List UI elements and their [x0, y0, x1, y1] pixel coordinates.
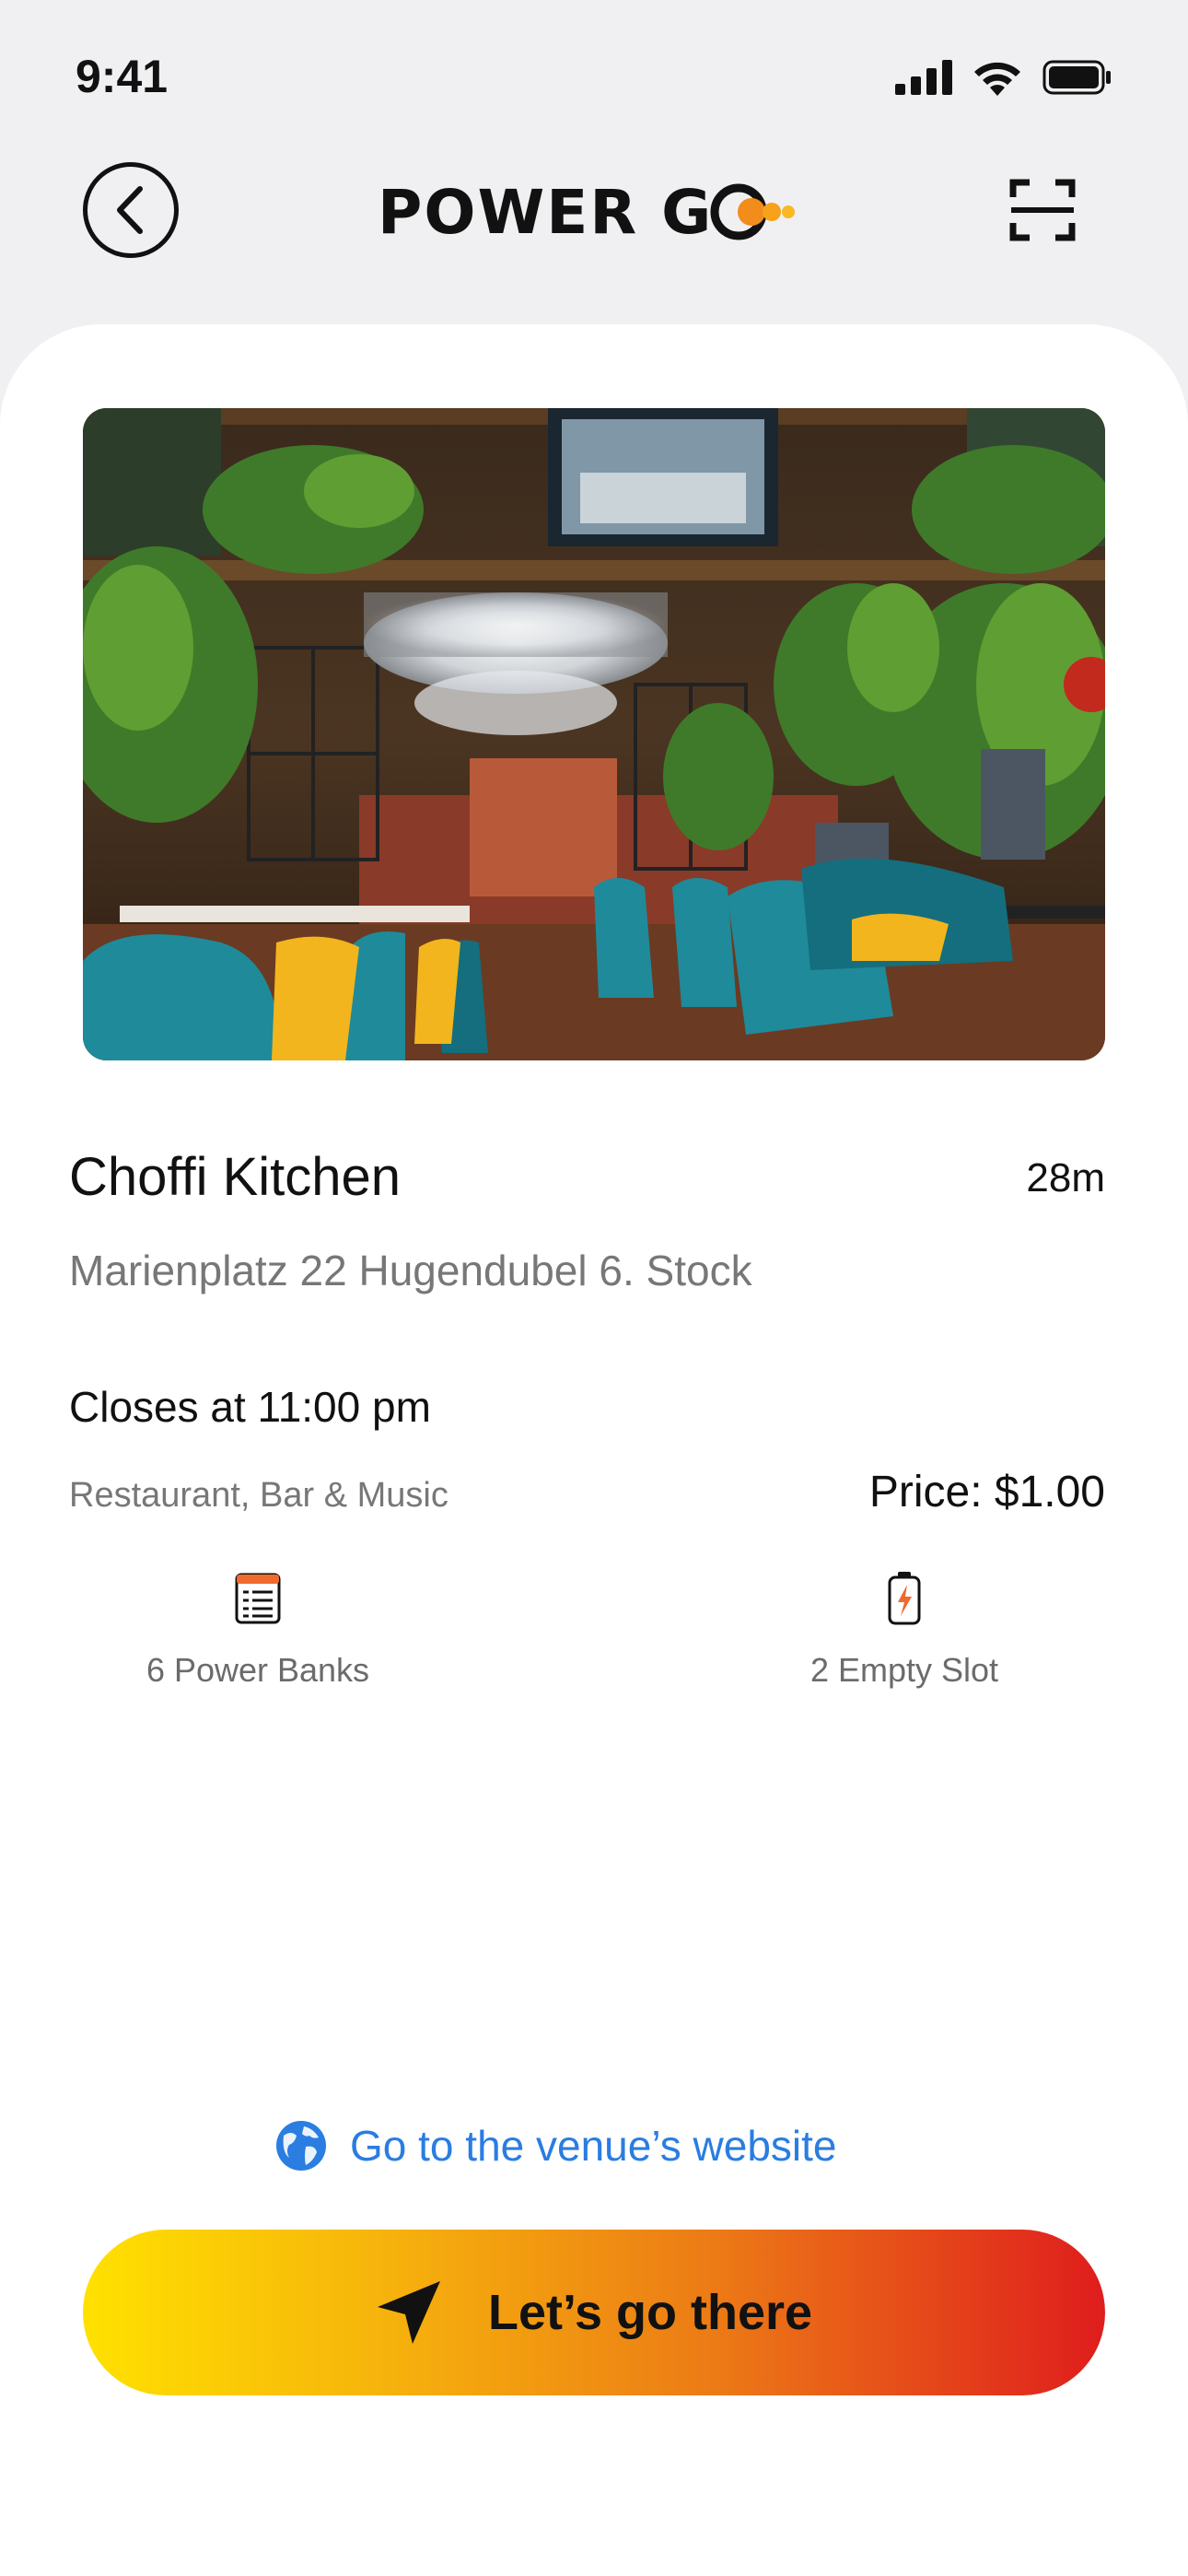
- scan-button[interactable]: [1007, 175, 1077, 245]
- power-go-logo: POWER G: [378, 176, 798, 248]
- cellular-signal-icon: [895, 60, 952, 95]
- power-banks-count: 6 Power Banks: [146, 1651, 370, 1689]
- logo-o-dots-icon: [710, 183, 796, 240]
- venue-website-link[interactable]: Go to the venue’s website: [274, 2119, 836, 2172]
- status-icons: [895, 59, 1112, 96]
- empty-slots-count: 2 Empty Slot: [809, 1651, 999, 1689]
- venue-category: Restaurant, Bar & Music: [69, 1476, 448, 1515]
- venue-photo: [83, 408, 1105, 1060]
- website-link-text: Go to the venue’s website: [350, 2122, 837, 2170]
- venue-name: Choffi Kitchen: [69, 1147, 402, 1207]
- back-button[interactable]: [83, 162, 179, 258]
- scan-icon: [1009, 179, 1076, 241]
- venue-price: Price: $1.00: [868, 1468, 1105, 1516]
- globe-icon: [276, 2121, 326, 2171]
- logo-text: POWER G: [378, 176, 714, 248]
- top-nav: POWER G: [0, 147, 1188, 276]
- venue-distance: 28m: [1026, 1155, 1105, 1200]
- lets-go-there-label: Let’s go there: [487, 2285, 813, 2340]
- battery-status-icon: [1042, 60, 1111, 95]
- power-banks-stat: 6 Power Banks: [74, 1570, 442, 1690]
- lets-go-there-button[interactable]: Let’s go there: [83, 2230, 1105, 2395]
- list-icon: [235, 1573, 281, 1624]
- status-time: 9:41: [76, 51, 169, 102]
- chevron-left-icon: [117, 186, 143, 234]
- navigation-arrow-icon: [377, 2281, 440, 2344]
- battery-icon: [888, 1572, 921, 1625]
- venue-hours: Closes at 11:00 pm: [69, 1383, 431, 1431]
- restaurant-interior-image: [83, 408, 1105, 1060]
- status-bar: 9:41: [0, 0, 1188, 147]
- venue-address: Marienplatz 22 Hugendubel 6. Stock: [69, 1247, 752, 1294]
- wifi-icon: [974, 62, 1020, 96]
- empty-slots-stat: 2 Empty Slot: [720, 1570, 1089, 1690]
